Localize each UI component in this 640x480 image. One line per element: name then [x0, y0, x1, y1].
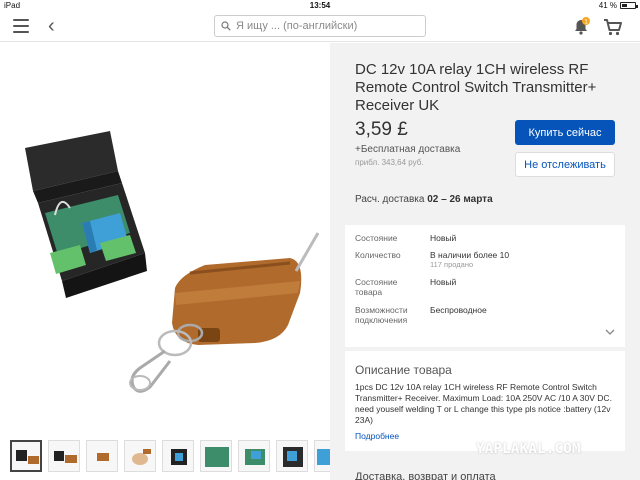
description-text: 1pcs DC 12v 10A relay 1CH wireless RF Re…: [355, 382, 612, 425]
thumbnail[interactable]: [124, 440, 156, 472]
description-title: Описание товара: [355, 363, 452, 377]
unwatch-button[interactable]: Не отслеживать: [515, 152, 615, 177]
battery-percent: 41 %: [598, 1, 617, 10]
watermark: YAPLAKAL.COM: [476, 441, 581, 457]
thumbnail[interactable]: [162, 440, 194, 472]
detail-label: Количество: [355, 250, 401, 260]
sold-count: 117 продано: [430, 260, 474, 269]
thumbnail[interactable]: [10, 440, 42, 472]
search-icon: [221, 21, 231, 31]
item-details-card: Состояние Новый Количество В наличии бол…: [345, 225, 625, 347]
detail-label: Состояние: [355, 233, 398, 243]
thumbnail-strip: [10, 440, 332, 472]
delivery-dates: 02 – 26 марта: [427, 194, 493, 205]
product-price: 3,59 £: [355, 119, 408, 140]
top-bar: ‹ 1: [0, 12, 640, 42]
detail-value: Беспроводное: [430, 305, 487, 315]
detail-label: Состояние товара: [355, 277, 398, 297]
thumbnail[interactable]: [86, 440, 118, 472]
description-card: Описание товара 1pcs DC 12v 10A relay 1C…: [345, 351, 625, 451]
cart-icon[interactable]: [602, 16, 624, 38]
thumbnail[interactable]: [238, 440, 270, 472]
detail-value: Новый: [430, 277, 457, 287]
detail-value: В наличии более 10 117 продано: [430, 250, 610, 270]
battery-icon: [620, 2, 638, 9]
delivery-label: Расч. доставка: [355, 194, 425, 205]
buy-now-button[interactable]: Купить сейчас: [515, 120, 615, 145]
read-more-link[interactable]: Подробнее: [355, 431, 399, 441]
product-image[interactable]: [0, 43, 330, 433]
clock: 13:54: [309, 1, 331, 10]
thumbnail[interactable]: [48, 440, 80, 472]
back-arrow-icon[interactable]: ‹: [48, 16, 55, 36]
approx-price: прибл. 343,64 руб.: [355, 158, 424, 167]
search-bar[interactable]: [214, 15, 426, 37]
thumbnail[interactable]: [276, 440, 308, 472]
delivery-estimate: Расч. доставка 02 – 26 марта: [355, 194, 493, 205]
shipping-returns-section[interactable]: Доставка, возврат и оплата: [355, 471, 496, 480]
status-bar: iPad 13:54 41 %: [0, 0, 640, 12]
detail-label: Возможности подключения: [355, 305, 408, 325]
shipping-info: +Бесплатная доставка: [355, 144, 461, 155]
chevron-down-icon[interactable]: [605, 327, 615, 337]
bell-icon[interactable]: 1: [570, 16, 592, 38]
product-title: DC 12v 10A relay 1CH wireless RF Remote …: [355, 61, 597, 114]
thumbnail[interactable]: [200, 440, 232, 472]
search-input[interactable]: [236, 20, 421, 32]
product-info-panel: DC 12v 10A relay 1CH wireless RF Remote …: [330, 43, 640, 480]
detail-value: Новый: [430, 233, 457, 243]
menu-icon[interactable]: [13, 19, 29, 33]
stock-status: В наличии более 10: [430, 250, 510, 260]
battery-indicator: 41 %: [598, 1, 638, 10]
